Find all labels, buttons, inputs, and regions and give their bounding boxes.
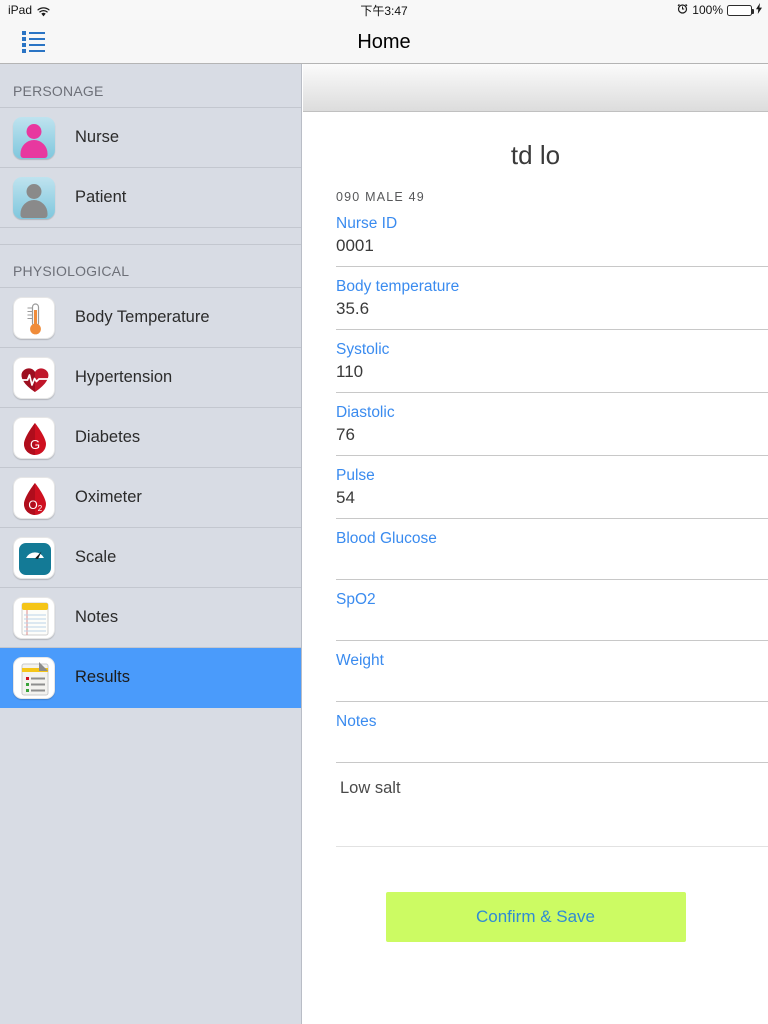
- field-label: SpO2: [336, 591, 376, 608]
- sidebar-item-label: Oximeter: [75, 488, 142, 506]
- sidebar-item-label: Patient: [75, 188, 127, 206]
- thermometer-icon: [13, 296, 55, 339]
- field-value: 35.6: [336, 299, 370, 318]
- weighing-scale-icon: [13, 536, 55, 579]
- field-label: Pulse: [336, 467, 375, 484]
- field-value: 0001: [336, 236, 374, 255]
- sidebar-item-label: Hypertension: [75, 368, 173, 386]
- field-blood-glucose[interactable]: Blood Glucose: [336, 519, 768, 580]
- blood-drop-glucose-icon: G: [13, 416, 55, 459]
- field-systolic[interactable]: Systolic 110: [336, 330, 768, 393]
- field-value: [336, 549, 768, 571]
- page-title: Home: [357, 31, 411, 53]
- battery-percent-label: 100%: [692, 3, 723, 17]
- field-value: 54: [336, 488, 355, 507]
- field-value: 110: [336, 362, 364, 381]
- status-bar-clock: 下午3:47: [360, 3, 408, 18]
- sidebar-section-header-personage: PERSONAGE: [0, 64, 301, 108]
- svg-text:O: O: [28, 498, 37, 512]
- field-value: 76: [336, 425, 355, 444]
- battery-icon: [727, 4, 754, 16]
- sidebar-item-results[interactable]: Results: [0, 648, 301, 708]
- detail-panel: td lo 090 MALE 49 Nurse ID 0001 Body tem…: [303, 64, 768, 1024]
- alarm-clock-icon: [677, 3, 688, 17]
- sidebar-item-oximeter[interactable]: O 2 Oximeter: [0, 468, 301, 528]
- sidebar-item-label: Scale: [75, 548, 117, 566]
- sidebar-item-label: Nurse: [75, 128, 120, 146]
- field-spo2[interactable]: SpO2: [336, 580, 768, 641]
- status-bar-right: 100%: [677, 3, 762, 17]
- notes-text: Low salt: [340, 779, 401, 797]
- record-subtitle: 090 MALE 49: [336, 190, 425, 204]
- status-bar: iPad 下午3:47 100%: [0, 0, 768, 20]
- field-label: Nurse ID: [336, 215, 398, 232]
- sidebar-section-gap: [0, 228, 301, 244]
- heart-pulse-icon: [13, 356, 55, 399]
- sidebar-item-notes[interactable]: Notes: [0, 588, 301, 648]
- field-label: Notes: [336, 713, 377, 730]
- navigation-bar: Home: [0, 20, 768, 64]
- field-nurse-id[interactable]: Nurse ID 0001: [336, 204, 768, 267]
- results-clipboard-icon: [13, 656, 55, 699]
- field-value: [336, 732, 768, 754]
- lightning-bolt-icon: [756, 3, 762, 17]
- record-form: td lo 090 MALE 49 Nurse ID 0001 Body tem…: [303, 140, 768, 942]
- sidebar-section-header-physiological: PHYSIOLOGICAL: [0, 244, 301, 288]
- svg-text:G: G: [30, 437, 40, 452]
- field-notes[interactable]: Notes: [336, 702, 768, 763]
- field-body-temperature[interactable]: Body temperature 35.6: [336, 267, 768, 330]
- field-weight[interactable]: Weight: [336, 641, 768, 702]
- ipad-screen: iPad 下午3:47 100% Home PERSONAGE Nurse Pa…: [0, 0, 768, 1024]
- sidebar-item-body-temperature[interactable]: Body Temperature: [0, 288, 301, 348]
- field-label: Weight: [336, 652, 384, 669]
- notes-textarea[interactable]: Low salt: [336, 763, 768, 847]
- field-label: Systolic: [336, 341, 390, 358]
- field-pulse[interactable]: Pulse 54: [336, 456, 768, 519]
- detail-panel-toolbar: [303, 64, 768, 112]
- sidebar-item-label: Body Temperature: [75, 308, 210, 326]
- record-title: td lo: [510, 140, 561, 170]
- field-diastolic[interactable]: Diastolic 76: [336, 393, 768, 456]
- nurse-avatar-icon: [13, 116, 55, 159]
- sidebar-item-label: Diabetes: [75, 428, 141, 446]
- blood-drop-oxygen-icon: O 2: [13, 476, 55, 519]
- confirm-save-button[interactable]: Confirm & Save: [385, 892, 686, 942]
- field-value: [336, 610, 768, 632]
- sidebar-item-scale[interactable]: Scale: [0, 528, 301, 588]
- sidebar-item-nurse[interactable]: Nurse: [0, 108, 301, 168]
- sidebar-item-hypertension[interactable]: Hypertension: [0, 348, 301, 408]
- sidebar-item-patient[interactable]: Patient: [0, 168, 301, 228]
- field-label: Blood Glucose: [336, 530, 437, 547]
- sidebar-item-label: Results: [75, 668, 131, 686]
- field-value: [336, 671, 768, 693]
- patient-avatar-icon: [13, 176, 55, 219]
- sidebar-item-diabetes[interactable]: G Diabetes: [0, 408, 301, 468]
- notepad-icon: [13, 596, 55, 639]
- field-label: Body temperature: [336, 278, 460, 295]
- svg-text:2: 2: [38, 504, 43, 513]
- sidebar-item-label: Notes: [75, 608, 119, 626]
- sidebar: PERSONAGE Nurse Patient PHYSIOLOGICAL Bo…: [0, 64, 302, 1024]
- field-label: Diastolic: [336, 404, 395, 421]
